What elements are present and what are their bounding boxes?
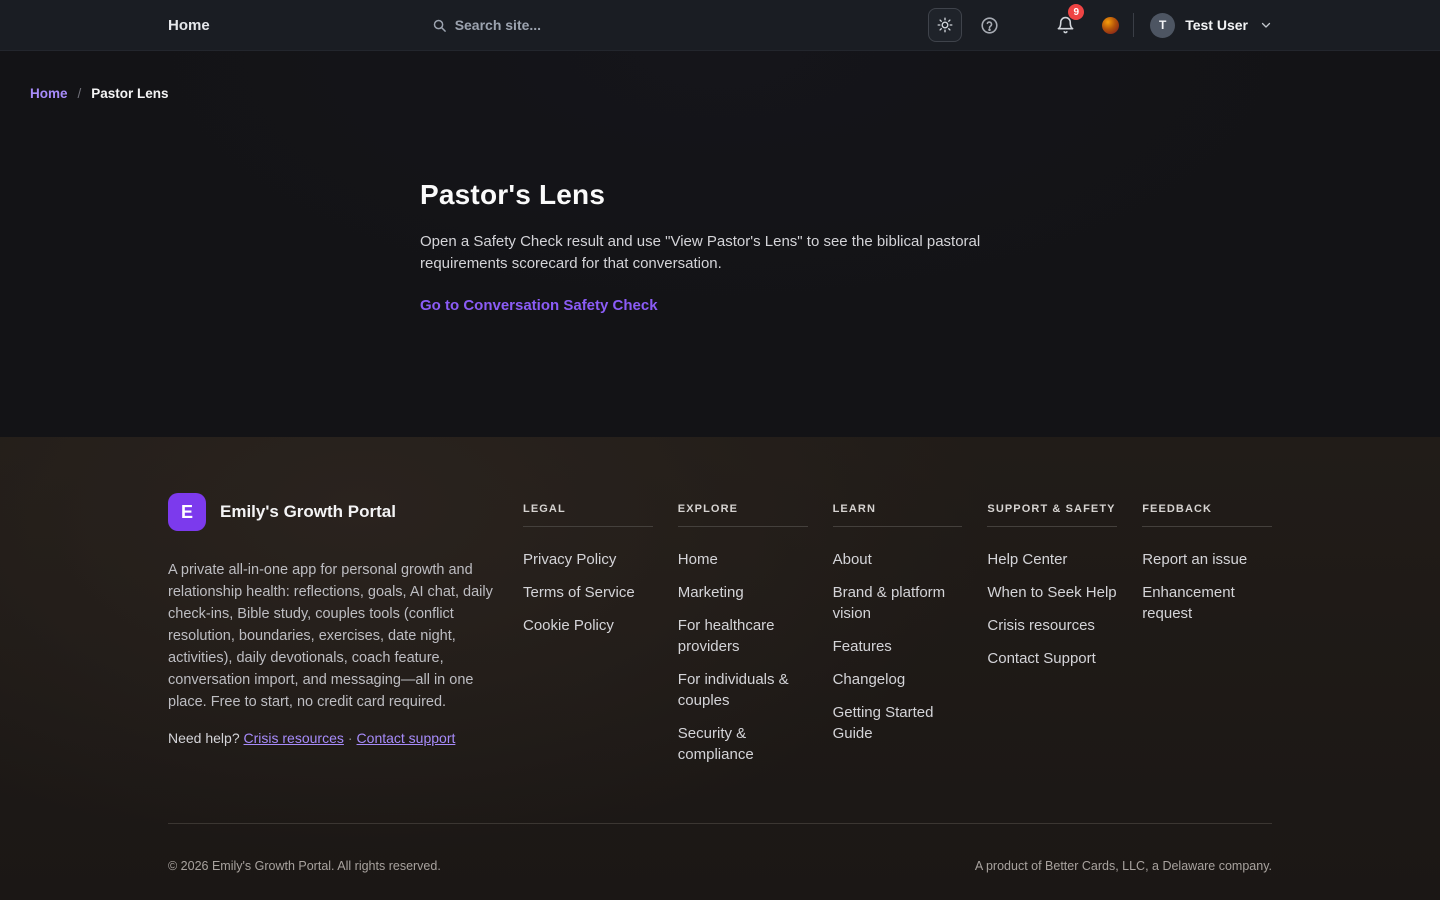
need-help-label: Need help? — [168, 730, 240, 746]
footer-link[interactable]: Crisis resources — [987, 615, 1117, 636]
footer-brand: E Emily's Growth Portal — [168, 493, 498, 531]
go-to-safety-check-link[interactable]: Go to Conversation Safety Check — [420, 297, 658, 314]
footer-link[interactable]: Terms of Service — [523, 582, 653, 603]
user-menu[interactable]: T Test User — [1150, 13, 1272, 38]
footer-column-header: Legal — [523, 493, 653, 527]
nav-home-link[interactable]: Home — [168, 17, 210, 34]
footer-link[interactable]: About — [833, 549, 963, 570]
footer-column-links: Report an issue Enhancement request — [1142, 549, 1272, 624]
footer-column-links: Help Center When to Seek Help Crisis res… — [987, 549, 1117, 669]
footer-column-links: Privacy Policy Terms of Service Cookie P… — [523, 549, 653, 636]
page-content: Pastor's Lens Open a Safety Check result… — [420, 101, 1020, 315]
need-help-row: Need help? Crisis resources·Contact supp… — [168, 730, 498, 746]
footer-column-learn: Learn About Brand & platform vision Feat… — [833, 493, 963, 765]
footer-column-header: Feedback — [1142, 493, 1272, 527]
brand-logo-icon: E — [168, 493, 206, 531]
navbar-container: Home — [168, 0, 1272, 50]
search-icon — [432, 18, 447, 33]
search-input[interactable] — [455, 17, 695, 33]
footer-link[interactable]: Home — [678, 549, 808, 570]
company-text: A product of Better Cards, LLC, a Delawa… — [975, 859, 1272, 873]
page-description: Open a Safety Check result and use "View… — [420, 231, 1020, 275]
footer-link[interactable]: For healthcare providers — [678, 615, 808, 657]
footer-link[interactable]: Cookie Policy — [523, 615, 653, 636]
footer-column-header: Learn — [833, 493, 963, 527]
footer-column-links: About Brand & platform vision Features C… — [833, 549, 963, 744]
brand-description: A private all-in-one app for personal gr… — [168, 559, 498, 713]
site-search[interactable] — [432, 17, 732, 33]
user-name: Test User — [1185, 17, 1248, 33]
breadcrumb-current: Pastor Lens — [91, 86, 168, 101]
notifications-button[interactable]: 9 — [1048, 8, 1082, 42]
breadcrumb: Home / Pastor Lens — [0, 51, 1440, 101]
crisis-resources-link[interactable]: Crisis resources — [244, 730, 344, 746]
footer-link[interactable]: Brand & platform vision — [833, 582, 963, 624]
page-title: Pastor's Lens — [420, 179, 1020, 211]
footer-link[interactable]: Getting Started Guide — [833, 702, 963, 744]
footer-column-legal: Legal Privacy Policy Terms of Service Co… — [523, 493, 653, 765]
notification-badge: 9 — [1068, 4, 1084, 20]
sun-icon — [937, 17, 953, 33]
help-icon — [980, 16, 999, 35]
theme-toggle-button[interactable] — [928, 8, 962, 42]
mini-avatar-icon[interactable] — [1102, 17, 1119, 34]
footer-container: E Emily's Growth Portal A private all-in… — [168, 437, 1272, 873]
footer-link[interactable]: Help Center — [987, 549, 1117, 570]
footer-link[interactable]: Report an issue — [1142, 549, 1272, 570]
top-navbar: Home — [0, 0, 1440, 51]
footer-link[interactable]: Security & compliance — [678, 723, 808, 765]
footer-column-explore: Explore Home Marketing For healthcare pr… — [678, 493, 808, 765]
footer-column-header: Explore — [678, 493, 808, 527]
contact-support-link[interactable]: Contact support — [357, 730, 456, 746]
footer-column-header: Support & Safety — [987, 493, 1117, 527]
user-avatar: T — [1150, 13, 1175, 38]
help-button[interactable] — [972, 8, 1006, 42]
brand-name: Emily's Growth Portal — [220, 502, 396, 522]
footer-grid: E Emily's Growth Portal A private all-in… — [168, 493, 1272, 765]
footer-link[interactable]: Marketing — [678, 582, 808, 603]
footer-link[interactable]: Features — [833, 636, 963, 657]
footer-link[interactable]: When to Seek Help — [987, 582, 1117, 603]
footer-column-feedback: Feedback Report an issue Enhancement req… — [1142, 493, 1272, 765]
dot-separator: · — [348, 730, 353, 746]
footer-link[interactable]: Enhancement request — [1142, 582, 1272, 624]
footer-bottom-bar: © 2026 Emily's Growth Portal. All rights… — [168, 823, 1272, 873]
chevron-down-icon — [1260, 19, 1272, 31]
footer-column-links: Home Marketing For healthcare providers … — [678, 549, 808, 765]
footer: E Emily's Growth Portal A private all-in… — [0, 437, 1440, 900]
footer-link[interactable]: Contact Support — [987, 648, 1117, 669]
navbar-actions: 9 T Test User — [928, 8, 1272, 42]
footer-link[interactable]: For individuals & couples — [678, 669, 808, 711]
main-section: Home / Pastor Lens Pastor's Lens Open a … — [0, 51, 1440, 437]
footer-link[interactable]: Changelog — [833, 669, 963, 690]
footer-brand-column: E Emily's Growth Portal A private all-in… — [168, 493, 498, 765]
breadcrumb-separator: / — [78, 86, 82, 101]
breadcrumb-home-link[interactable]: Home — [30, 86, 68, 101]
copyright-text: © 2026 Emily's Growth Portal. All rights… — [168, 859, 441, 873]
navbar-divider — [1133, 13, 1134, 37]
footer-link[interactable]: Privacy Policy — [523, 549, 653, 570]
footer-column-support-safety: Support & Safety Help Center When to See… — [987, 493, 1117, 765]
